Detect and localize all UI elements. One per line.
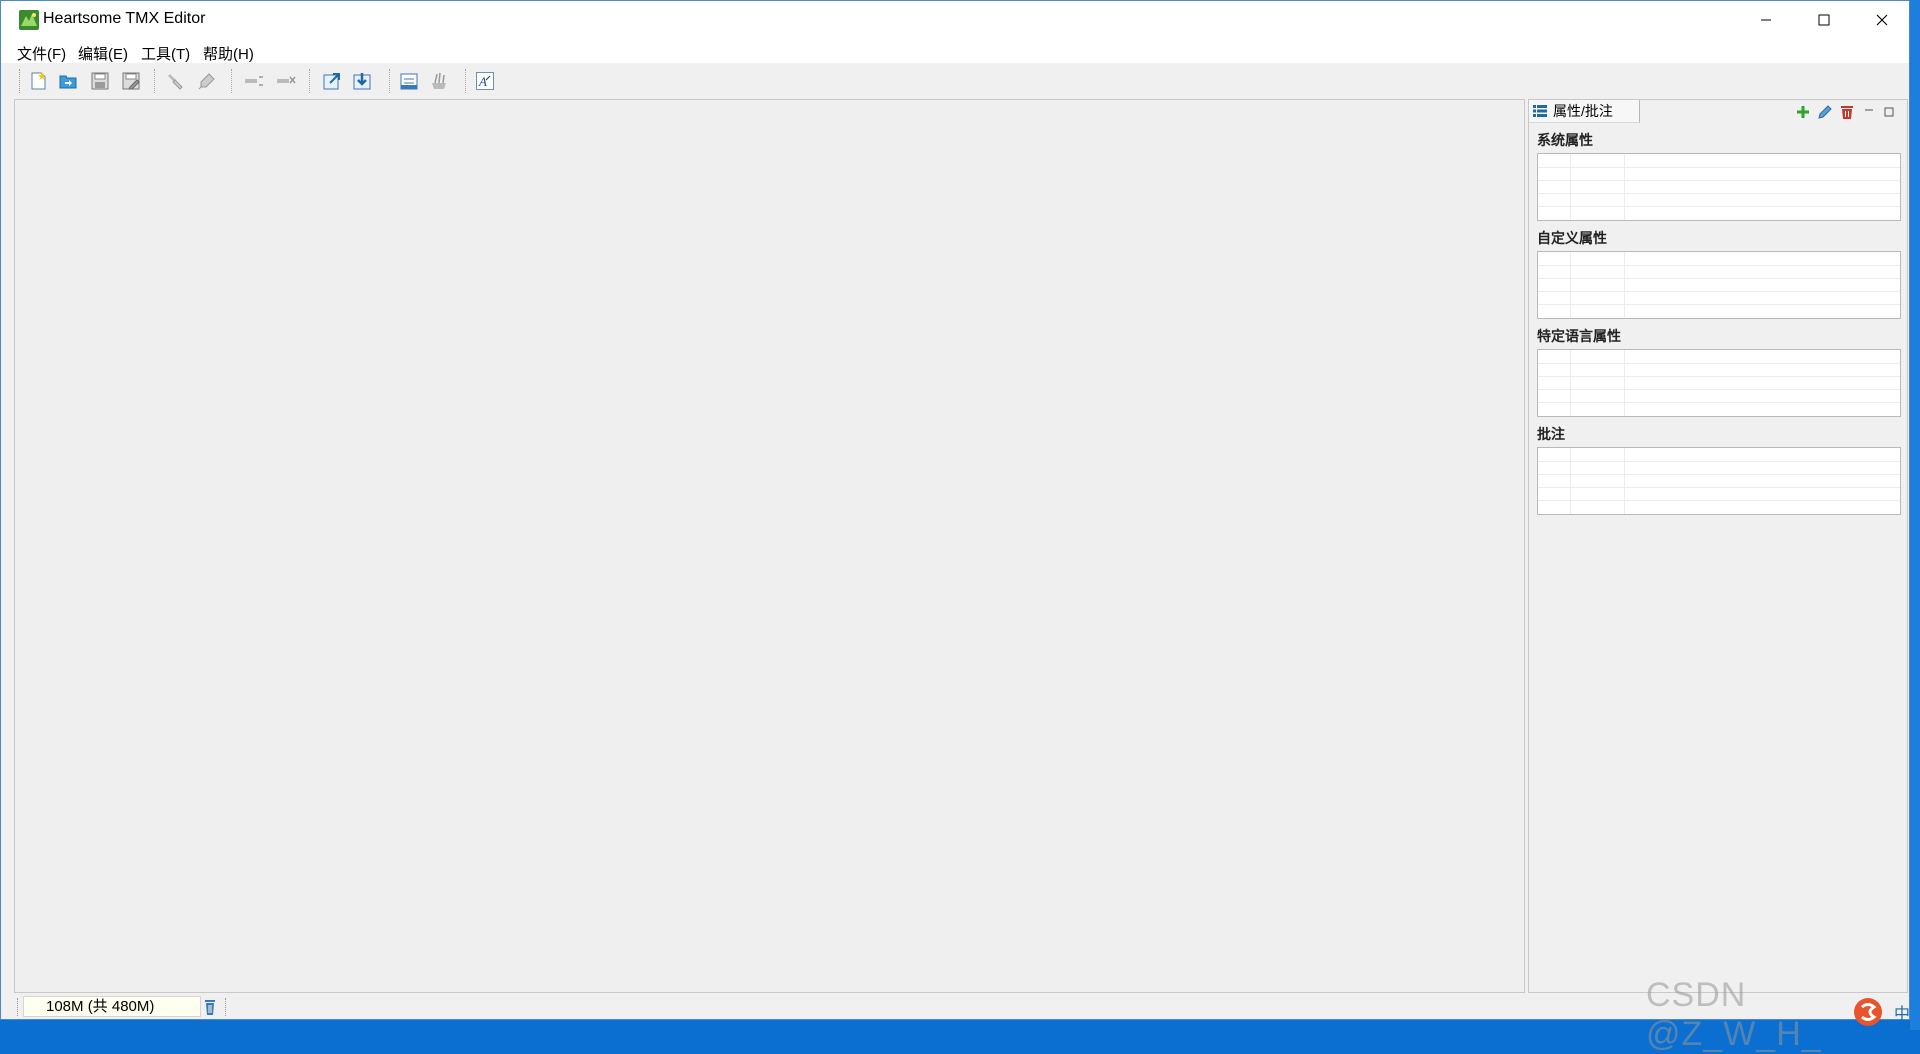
toolbar-grip <box>19 69 22 93</box>
add-property-button[interactable] <box>1793 102 1813 122</box>
replace-icon <box>198 73 215 90</box>
svg-text:A: A <box>478 74 487 89</box>
app-logo-icon <box>19 10 39 30</box>
app-window: Heartsome TMX Editor 文件(F) 编辑(E) 工具(T) 帮… <box>0 0 1910 1020</box>
status-grip <box>17 998 20 1016</box>
system-properties-label: 系统属性 <box>1537 132 1593 148</box>
toolbar-separator <box>309 69 311 93</box>
panel-minimize-button[interactable] <box>1859 102 1879 122</box>
save-button[interactable] <box>87 68 113 94</box>
replace-button[interactable] <box>194 68 220 94</box>
menu-file[interactable]: 文件(F) <box>17 43 66 64</box>
delete-row-icon <box>277 76 296 84</box>
export-button[interactable] <box>349 68 375 94</box>
menu-bar: 文件(F) 编辑(E) 工具(T) 帮助(H) <box>1 39 1909 63</box>
system-properties-table[interactable] <box>1537 153 1901 221</box>
save-as-button[interactable] <box>118 68 144 94</box>
editor-area[interactable] <box>14 99 1525 993</box>
menu-help[interactable]: 帮助(H) <box>203 43 254 64</box>
minimize-icon <box>1865 109 1873 111</box>
maximize-icon <box>1884 107 1894 117</box>
garbage-collect-icon[interactable] <box>201 998 219 1016</box>
close-button[interactable] <box>1853 1 1911 39</box>
clean-button[interactable] <box>426 68 452 94</box>
minimize-button[interactable] <box>1737 1 1795 39</box>
tab-properties-notes[interactable]: 属性/批注 <box>1529 100 1640 123</box>
ime-indicator[interactable]: 中 <box>1852 994 1912 1030</box>
menu-edit[interactable]: 编辑(E) <box>78 43 128 64</box>
properties-panel: 属性/批注 系统属性 自定义属性 特定语言属性 批注 <box>1528 99 1908 993</box>
open-file-button[interactable] <box>55 68 81 94</box>
status-separator <box>225 998 228 1016</box>
toolbar-separator <box>154 69 156 93</box>
ime-label: 中 <box>1894 1004 1910 1023</box>
clean-icon <box>432 72 446 89</box>
delete-row-button[interactable] <box>273 68 299 94</box>
export-icon <box>353 73 371 90</box>
filter-icon <box>400 73 418 90</box>
desktop-background <box>1910 0 1920 1030</box>
find-icon <box>168 74 183 90</box>
panel-maximize-button[interactable] <box>1879 102 1899 122</box>
notes-label: 批注 <box>1537 426 1565 442</box>
import-icon <box>323 73 340 90</box>
save-icon <box>91 72 109 90</box>
new-file-icon <box>31 72 46 90</box>
import-button[interactable] <box>319 68 345 94</box>
custom-properties-label: 自定义属性 <box>1537 230 1607 246</box>
status-bar: 108M (共 480M) <box>1 995 1909 1019</box>
language-properties-label: 特定语言属性 <box>1537 328 1621 344</box>
notes-table[interactable] <box>1537 447 1901 515</box>
font-button[interactable]: A <box>472 68 498 94</box>
language-properties-table[interactable] <box>1537 349 1901 417</box>
add-row-icon <box>245 76 263 86</box>
trash-icon <box>1841 106 1853 119</box>
delete-property-button[interactable] <box>1837 102 1857 122</box>
toolbar-separator <box>389 69 391 93</box>
maximize-icon <box>1818 14 1830 26</box>
close-icon <box>1876 14 1888 26</box>
edit-property-button[interactable] <box>1815 102 1835 122</box>
menu-tools[interactable]: 工具(T) <box>141 43 190 64</box>
add-row-button[interactable] <box>241 68 267 94</box>
toolbar: A <box>1 63 1909 97</box>
new-file-button[interactable] <box>25 68 51 94</box>
tab-label: 属性/批注 <box>1553 103 1613 119</box>
plus-icon <box>1797 106 1809 118</box>
title-bar: Heartsome TMX Editor <box>1 1 1909 39</box>
panel-toolbar <box>1793 102 1903 122</box>
pencil-icon <box>1818 105 1832 119</box>
window-title: Heartsome TMX Editor <box>43 10 206 27</box>
save-as-icon <box>122 72 140 90</box>
filter-button[interactable] <box>396 68 422 94</box>
minimize-icon <box>1761 19 1771 21</box>
toolbar-separator <box>231 69 233 93</box>
toolbar-separator <box>465 69 467 93</box>
find-button[interactable] <box>163 68 189 94</box>
list-icon <box>1533 105 1547 117</box>
maximize-button[interactable] <box>1795 1 1853 39</box>
memory-usage: 108M (共 480M) <box>23 996 201 1017</box>
custom-properties-table[interactable] <box>1537 251 1901 319</box>
open-file-icon <box>59 75 77 89</box>
font-icon: A <box>476 72 494 90</box>
